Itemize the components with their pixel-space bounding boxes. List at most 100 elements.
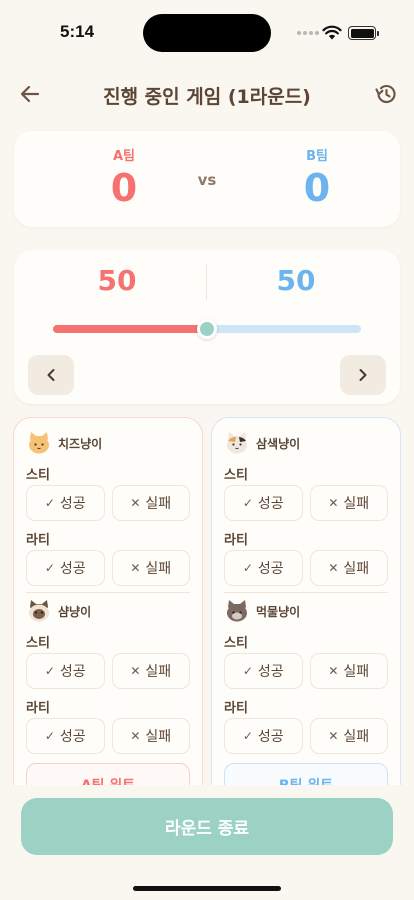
calico-cat-icon xyxy=(227,432,247,454)
skill-label: 스티 xyxy=(26,468,50,483)
fail-label: 실패 xyxy=(145,664,172,680)
check-icon: ✓ xyxy=(44,664,55,678)
orange-cat-icon xyxy=(29,432,49,454)
check-icon: ✓ xyxy=(242,496,253,510)
success-button[interactable]: ✓ 성공 xyxy=(26,485,105,521)
history-icon xyxy=(375,85,396,103)
success-button[interactable]: ✓ 성공 xyxy=(224,653,303,689)
success-button[interactable]: ✓ 성공 xyxy=(224,550,303,586)
x-icon: ✕ xyxy=(328,729,339,743)
player-divider xyxy=(224,592,388,593)
player-header: 샴냥이 xyxy=(26,598,91,624)
fail-label: 실패 xyxy=(343,496,370,512)
x-icon: ✕ xyxy=(328,496,339,510)
player-name: 먹물냥이 xyxy=(256,604,301,619)
success-button[interactable]: ✓ 성공 xyxy=(26,550,105,586)
success-label: 성공 xyxy=(59,561,86,577)
fail-label: 실패 xyxy=(343,561,370,577)
gray-cat-icon xyxy=(227,600,247,622)
fail-button[interactable]: ✕ 실패 xyxy=(309,718,388,754)
fail-label: 실패 xyxy=(145,496,172,512)
fail-label: 실패 xyxy=(343,729,370,745)
fail-button[interactable]: ✕ 실패 xyxy=(111,718,190,754)
player-header: 치즈냥이 xyxy=(26,430,102,456)
player-divider xyxy=(26,592,190,593)
skill-result-row: ✓ 성공 ✕ 실패 xyxy=(26,718,190,754)
fail-button[interactable]: ✕ 실패 xyxy=(111,550,190,586)
success-label: 성공 xyxy=(257,496,284,512)
player-name: 샴냥이 xyxy=(58,604,92,619)
team-a-label: A팀 xyxy=(112,149,136,164)
team-b-label: B팀 xyxy=(306,149,328,164)
points-divider xyxy=(206,264,207,300)
check-icon: ✓ xyxy=(242,729,253,743)
skill-label: 라티 xyxy=(224,533,248,548)
success-button[interactable]: ✓ 성공 xyxy=(26,718,105,754)
next-button[interactable] xyxy=(340,355,386,395)
player-name: 치즈냥이 xyxy=(58,436,103,451)
success-label: 성공 xyxy=(59,496,86,512)
check-icon: ✓ xyxy=(44,729,55,743)
check-icon: ✓ xyxy=(44,496,55,510)
page-title: 진행 중인 게임 (1라운드) xyxy=(103,86,311,108)
skill-label: 라티 xyxy=(26,533,50,548)
team-b-panel: 삼색냥이 스티 ✓ 성공 ✕ 실패 라티 ✓ 성공 ✕ 실패 먹물냥이 스티 ✓ 성공 ✕… xyxy=(211,417,401,817)
fail-button[interactable]: ✕ 실패 xyxy=(111,485,190,521)
chevron-right-icon xyxy=(359,369,367,381)
player-name: 삼색냥이 xyxy=(256,436,301,451)
skill-result-row: ✓ 성공 ✕ 실패 xyxy=(26,485,190,521)
fail-button[interactable]: ✕ 실패 xyxy=(309,485,388,521)
chevron-left-icon xyxy=(47,369,55,381)
header: 진행 중인 게임 (1라운드) xyxy=(0,72,414,116)
slider-thumb[interactable] xyxy=(197,319,217,339)
team-b-score-block: B팀 0 xyxy=(277,145,357,210)
x-icon: ✕ xyxy=(130,561,141,575)
x-icon: ✕ xyxy=(130,664,141,678)
success-label: 성공 xyxy=(59,729,86,745)
fail-label: 실패 xyxy=(145,561,172,577)
success-label: 성공 xyxy=(257,729,284,745)
fail-label: 실패 xyxy=(343,664,370,680)
x-icon: ✕ xyxy=(130,496,141,510)
fail-button[interactable]: ✕ 실패 xyxy=(309,653,388,689)
skill-result-row: ✓ 성공 ✕ 실패 xyxy=(26,653,190,689)
status-time: 5:14 xyxy=(60,22,95,41)
success-button[interactable]: ✓ 성공 xyxy=(224,718,303,754)
x-icon: ✕ xyxy=(328,561,339,575)
success-button[interactable]: ✓ 성공 xyxy=(224,485,303,521)
points-slider[interactable] xyxy=(53,319,361,339)
scoreboard-card: A팀 0 vs B팀 0 xyxy=(14,131,400,227)
wifi-icon xyxy=(322,25,342,40)
status-bar: 5:14 xyxy=(0,0,414,60)
end-round-button[interactable]: 라운드 종료 xyxy=(21,798,393,855)
success-label: 성공 xyxy=(257,561,284,577)
skill-label: 스티 xyxy=(224,468,248,483)
x-icon: ✕ xyxy=(130,729,141,743)
player-header: 삼색냥이 xyxy=(224,430,300,456)
success-button[interactable]: ✓ 성공 xyxy=(26,653,105,689)
skill-result-row: ✓ 성공 ✕ 실패 xyxy=(26,550,190,586)
home-indicator xyxy=(133,886,281,891)
points-card: 50 50 xyxy=(14,250,400,404)
skill-label: 스티 xyxy=(26,636,50,651)
team-a-points: 50 xyxy=(97,264,137,297)
history-button[interactable] xyxy=(370,78,402,110)
team-b-points: 50 xyxy=(276,264,316,297)
fail-button[interactable]: ✕ 실패 xyxy=(111,653,190,689)
team-b-score: 0 xyxy=(303,166,331,210)
slider-track-team-a xyxy=(53,325,207,333)
prev-button[interactable] xyxy=(28,355,74,395)
skill-label: 라티 xyxy=(224,701,248,716)
skill-result-row: ✓ 성공 ✕ 실패 xyxy=(224,550,388,586)
team-a-panel: 치즈냥이 스티 ✓ 성공 ✕ 실패 라티 ✓ 성공 ✕ 실패 샴냥이 스티 ✓ 성공 ✕ 실… xyxy=(13,417,203,817)
battery-icon xyxy=(348,26,379,40)
skill-result-row: ✓ 성공 ✕ 실패 xyxy=(224,485,388,521)
x-icon: ✕ xyxy=(328,664,339,678)
dynamic-island xyxy=(143,14,271,52)
skill-result-row: ✓ 성공 ✕ 실패 xyxy=(224,653,388,689)
fail-button[interactable]: ✕ 실패 xyxy=(309,550,388,586)
skill-result-row: ✓ 성공 ✕ 실패 xyxy=(224,718,388,754)
skill-label: 스티 xyxy=(224,636,248,651)
slider-track-team-b xyxy=(207,325,361,333)
signal-icon xyxy=(297,31,319,35)
